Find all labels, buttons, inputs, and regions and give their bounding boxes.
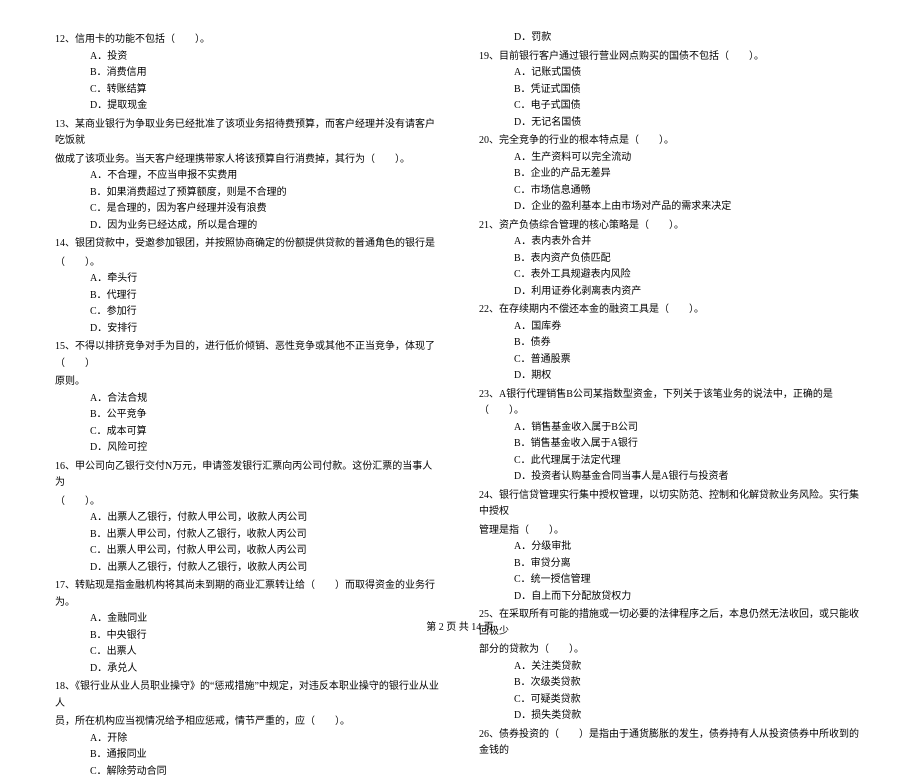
answer-option: C．参加行 — [55, 304, 441, 321]
answer-option: B．凭证式国债 — [479, 82, 865, 99]
right-column: D．罚款 19、目前银行客户通过银行营业网点购买的国债不包括（ ）。A．记账式国债… — [479, 30, 865, 780]
answer-option: A．表内表外合并 — [479, 234, 865, 251]
question-stem: 原则。 — [55, 374, 441, 391]
answer-option: D．安排行 — [55, 321, 441, 338]
answer-option: D．出票人乙银行，付款人乙银行，收款人丙公司 — [55, 560, 441, 577]
answer-option: B．债券 — [479, 335, 865, 352]
answer-option: C．此代理属于法定代理 — [479, 453, 865, 470]
answer-option: D．自上而下分配放贷权力 — [479, 589, 865, 606]
question-stem: 17、转贴现是指金融机构将其尚未到期的商业汇票转让给（ ）而取得资金的业务行为。 — [55, 578, 441, 611]
question-stem: 23、A银行代理销售B公司某指数型资金，下列关于该笔业务的说法中，正确的是（ ）… — [479, 387, 865, 420]
question-stem: 12、信用卡的功能不包括（ ）。 — [55, 32, 441, 49]
question-stem: 部分的贷款为（ ）。 — [479, 642, 865, 659]
question-stem: （ ）。 — [55, 494, 441, 511]
question-stem: 16、甲公司向乙银行交付N万元，申请签发银行汇票向丙公司付款。这份汇票的当事人为 — [55, 459, 441, 492]
answer-option: A．记账式国债 — [479, 65, 865, 82]
answer-option: D．利用证券化剥离表内资产 — [479, 284, 865, 301]
two-column-layout: 12、信用卡的功能不包括（ ）。A．投资B．消费信用C．转账结算D．提取现金 13… — [55, 30, 865, 780]
answer-option: C．普通股票 — [479, 352, 865, 369]
answer-option: D．无记名国债 — [479, 115, 865, 132]
page-footer: 第 2 页 共 14 页 — [0, 620, 920, 637]
question-stem: 13、某商业银行为争取业务已经批准了该项业务招待费预算，而客户经理并没有请客户吃… — [55, 117, 441, 150]
question-stem: 26、债券投资的（ ）是指由于通货膨胀的发生，债券持有人从投资债券中所收到的金钱… — [479, 727, 865, 760]
question-stem: 22、在存续期内不偿还本金的融资工具是（ ）。 — [479, 302, 865, 319]
answer-option: D．罚款 — [479, 30, 865, 47]
answer-option: B．消费信用 — [55, 65, 441, 82]
answer-option: C．成本可算 — [55, 424, 441, 441]
answer-option: D．企业的盈利基本上由市场对产品的需求来决定 — [479, 199, 865, 216]
answer-option: D．提取现金 — [55, 98, 441, 115]
answer-option: D．风险可控 — [55, 440, 441, 457]
answer-option: A．国库券 — [479, 319, 865, 336]
answer-option: A．生产资料可以完全流动 — [479, 150, 865, 167]
answer-option: A．投资 — [55, 49, 441, 66]
question-stem: 15、不得以排挤竞争对手为目的，进行低价倾销、恶性竞争或其他不正当竞争，体现了（… — [55, 339, 441, 372]
answer-option: C．可疑类贷款 — [479, 692, 865, 709]
question-stem: 员，所在机构应当视情况给予相应惩戒，情节严重的，应（ ）。 — [55, 714, 441, 731]
question-stem: 14、银团贷款中，受邀参加银团，并按照协商确定的份额提供贷款的普通角色的银行是 — [55, 236, 441, 253]
answer-option: B．出票人甲公司，付款人乙银行，收款人丙公司 — [55, 527, 441, 544]
answer-option: C．电子式国债 — [479, 98, 865, 115]
answer-option: C．解除劳动合同 — [55, 764, 441, 780]
answer-option: D．承兑人 — [55, 661, 441, 678]
question-stem: 管理是指（ ）。 — [479, 523, 865, 540]
question-stem: 20、完全竞争的行业的根本特点是（ ）。 — [479, 133, 865, 150]
question-stem: 19、目前银行客户通过银行营业网点购买的国债不包括（ ）。 — [479, 49, 865, 66]
answer-option: C．转账结算 — [55, 82, 441, 99]
question-stem: 做成了该项业务。当天客户经理携带家人将该预算自行消费掉，其行为（ ）。 — [55, 152, 441, 169]
left-column: 12、信用卡的功能不包括（ ）。A．投资B．消费信用C．转账结算D．提取现金 13… — [55, 30, 441, 780]
answer-option: A．销售基金收入属于B公司 — [479, 420, 865, 437]
answer-option: D．投资者认购基金合同当事人是A银行与投资者 — [479, 469, 865, 486]
answer-option: B．公平竞争 — [55, 407, 441, 424]
answer-option: C．出票人甲公司，付款人甲公司，收款人丙公司 — [55, 543, 441, 560]
question-stem: 21、资产负债综合管理的核心策略是（ ）。 — [479, 218, 865, 235]
answer-option: B．通报同业 — [55, 747, 441, 764]
answer-option: D．损失类贷款 — [479, 708, 865, 725]
question-stem: （ ）。 — [55, 255, 441, 272]
answer-option: D．期权 — [479, 368, 865, 385]
answer-option: B．次级类贷款 — [479, 675, 865, 692]
answer-option: A．分级审批 — [479, 539, 865, 556]
answer-option: A．开除 — [55, 731, 441, 748]
answer-option: C．市场信息通畅 — [479, 183, 865, 200]
answer-option: B．审贷分离 — [479, 556, 865, 573]
answer-option: C．出票人 — [55, 644, 441, 661]
answer-option: B．代理行 — [55, 288, 441, 305]
answer-option: A．牵头行 — [55, 271, 441, 288]
answer-option: B．如果消费超过了预算额度，则是不合理的 — [55, 185, 441, 202]
question-stem: 18、《银行业从业人员职业操守》的“惩戒措施”中规定，对违反本职业操守的银行业从… — [55, 679, 441, 712]
answer-option: C．是合理的，因为客户经理并没有浪费 — [55, 201, 441, 218]
answer-option: A．关注类贷款 — [479, 659, 865, 676]
answer-option: B．销售基金收入属于A银行 — [479, 436, 865, 453]
answer-option: A．出票人乙银行，付款人甲公司，收款人丙公司 — [55, 510, 441, 527]
answer-option: C．表外工具规避表内风险 — [479, 267, 865, 284]
answer-option: C．统一授信管理 — [479, 572, 865, 589]
answer-option: B．表内资产负债匹配 — [479, 251, 865, 268]
answer-option: B．企业的产品无差异 — [479, 166, 865, 183]
answer-option: A．不合理，不应当申报不实费用 — [55, 168, 441, 185]
answer-option: D．因为业务已经达成，所以是合理的 — [55, 218, 441, 235]
question-stem: 24、银行信贷管理实行集中授权管理，以切实防范、控制和化解贷款业务风险。实行集中… — [479, 488, 865, 521]
answer-option: A．合法合规 — [55, 391, 441, 408]
